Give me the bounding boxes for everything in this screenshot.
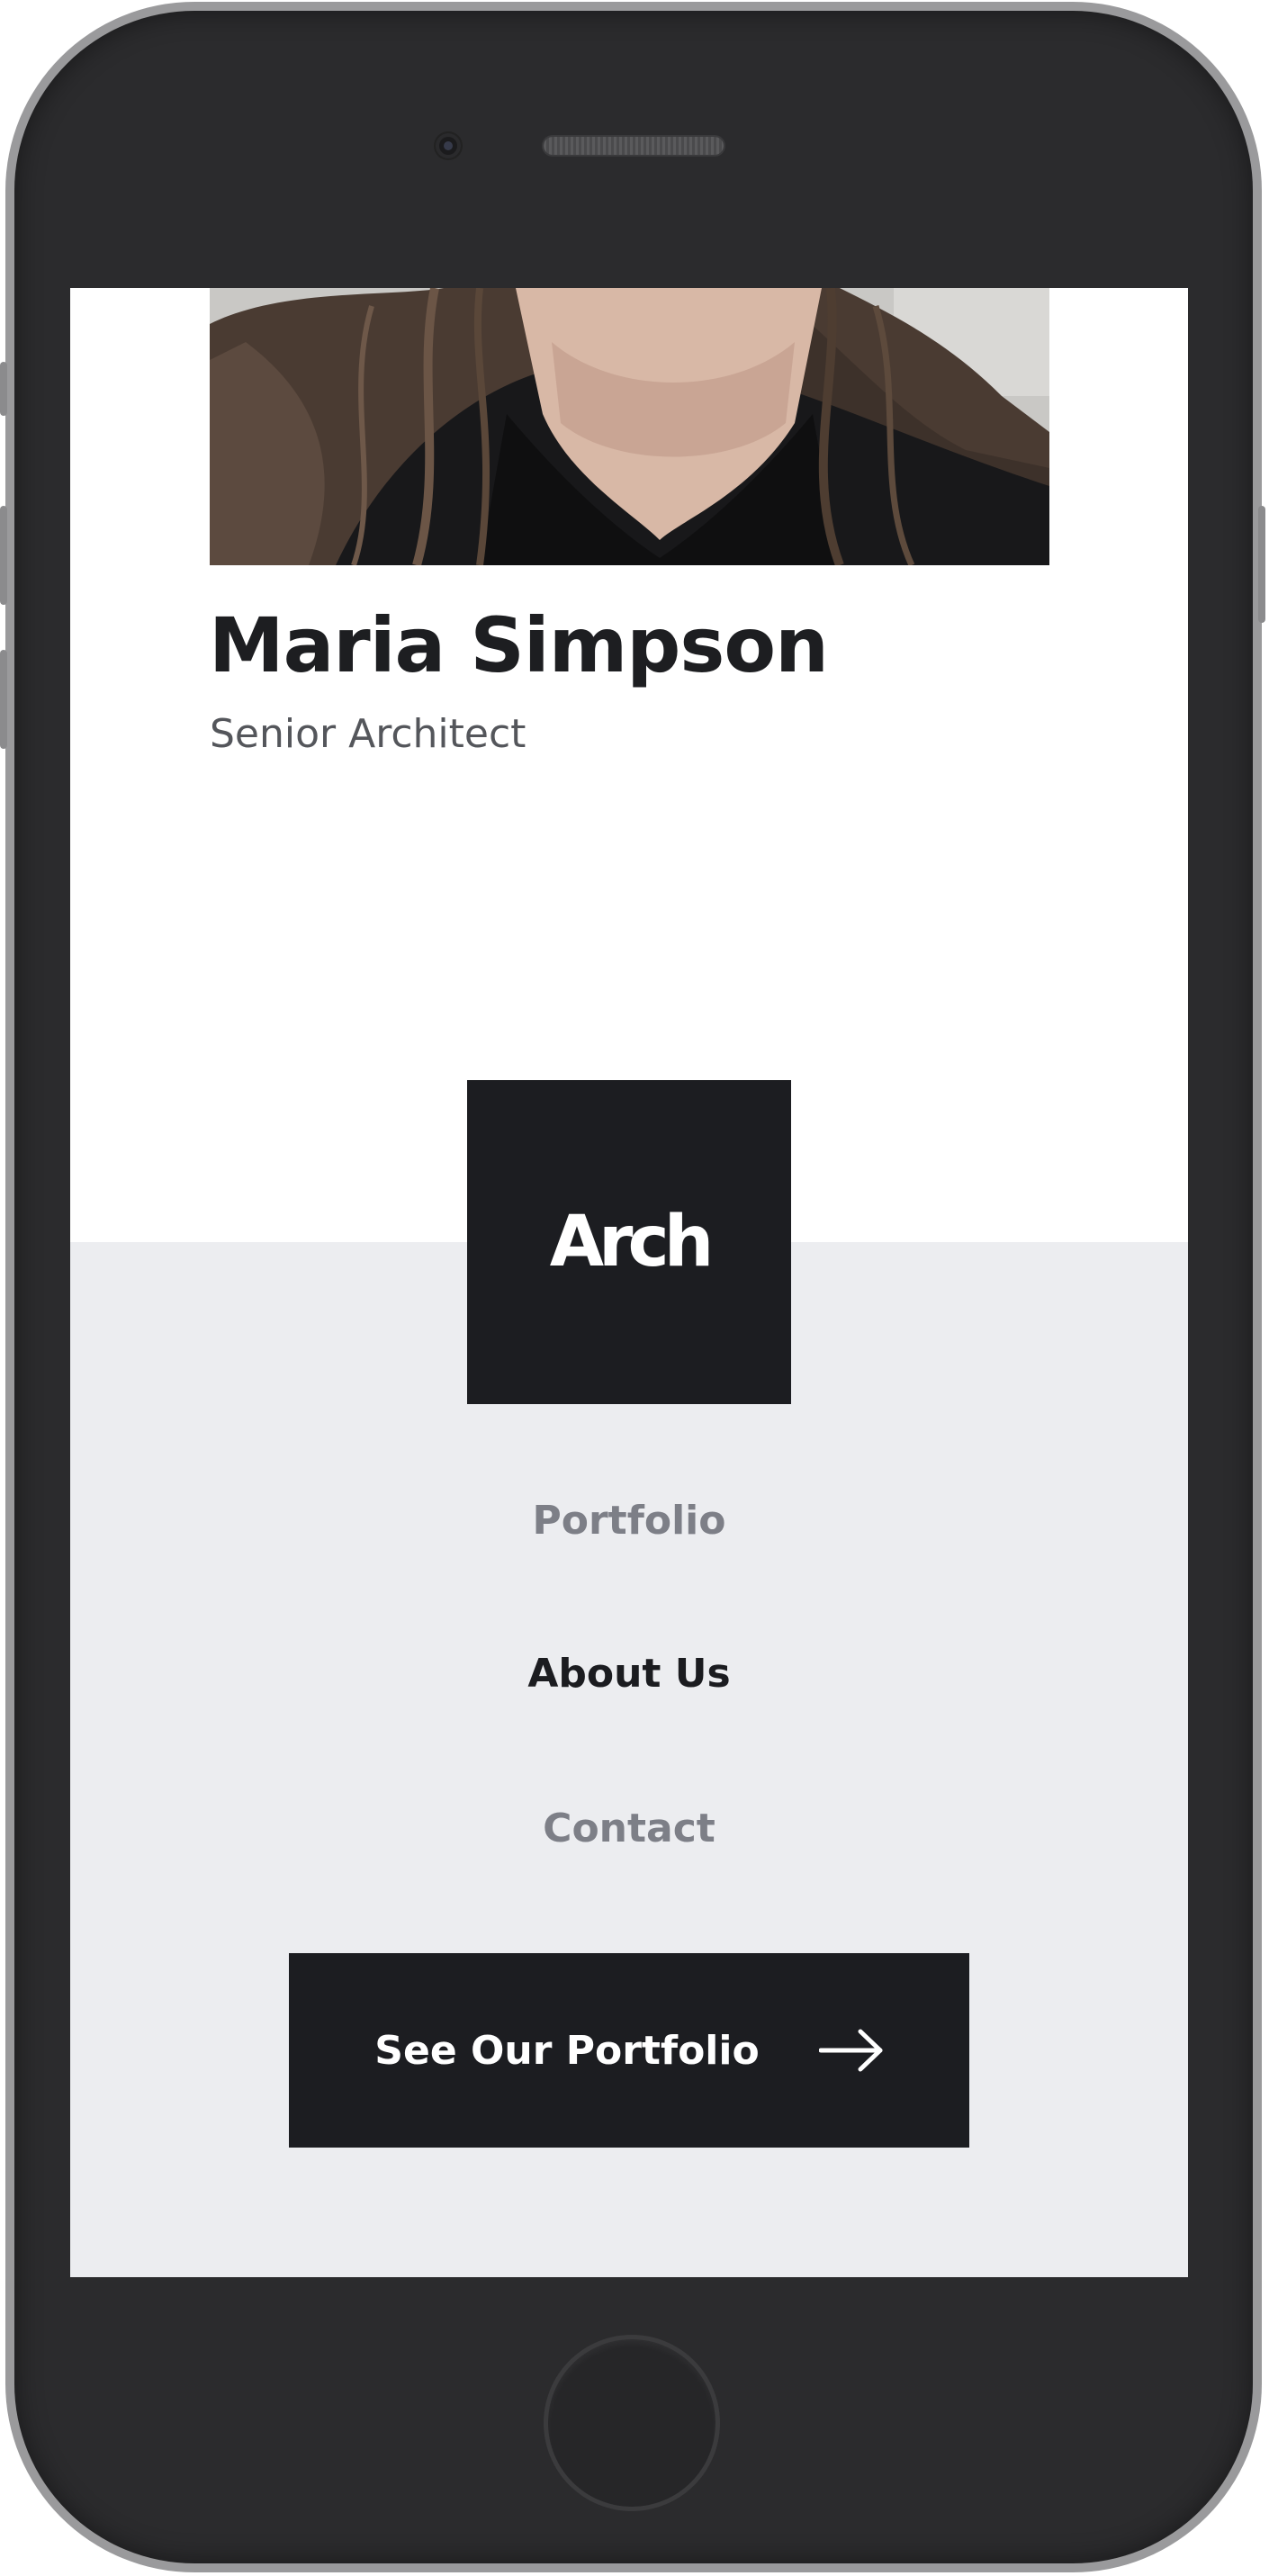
brand-logo[interactable]: Arch <box>467 1080 791 1404</box>
nav-link-contact[interactable]: Contact <box>70 1806 1188 1851</box>
volume-up-button <box>0 506 7 605</box>
profile-photo-illustration <box>210 288 1049 565</box>
logo-text: Arch <box>549 1202 715 1283</box>
screen: Maria Simpson Senior Architect Arch Port… <box>70 288 1188 2277</box>
see-portfolio-button[interactable]: See Our Portfolio <box>289 1953 969 2148</box>
person-role: Senior Architect <box>210 711 526 757</box>
home-button[interactable] <box>544 2335 720 2511</box>
power-button <box>1258 506 1265 623</box>
person-name: Maria Simpson <box>209 601 829 689</box>
profile-photo <box>210 288 1049 565</box>
nav-link-portfolio[interactable]: Portfolio <box>70 1498 1188 1544</box>
volume-down-button <box>0 650 7 749</box>
cta-label: See Our Portfolio <box>374 2027 760 2074</box>
earpiece-speaker <box>544 137 724 155</box>
arrow-right-icon <box>818 2029 883 2072</box>
nav-link-about-us[interactable]: About Us <box>70 1651 1188 1697</box>
front-camera <box>436 133 461 158</box>
mute-switch <box>0 362 7 416</box>
